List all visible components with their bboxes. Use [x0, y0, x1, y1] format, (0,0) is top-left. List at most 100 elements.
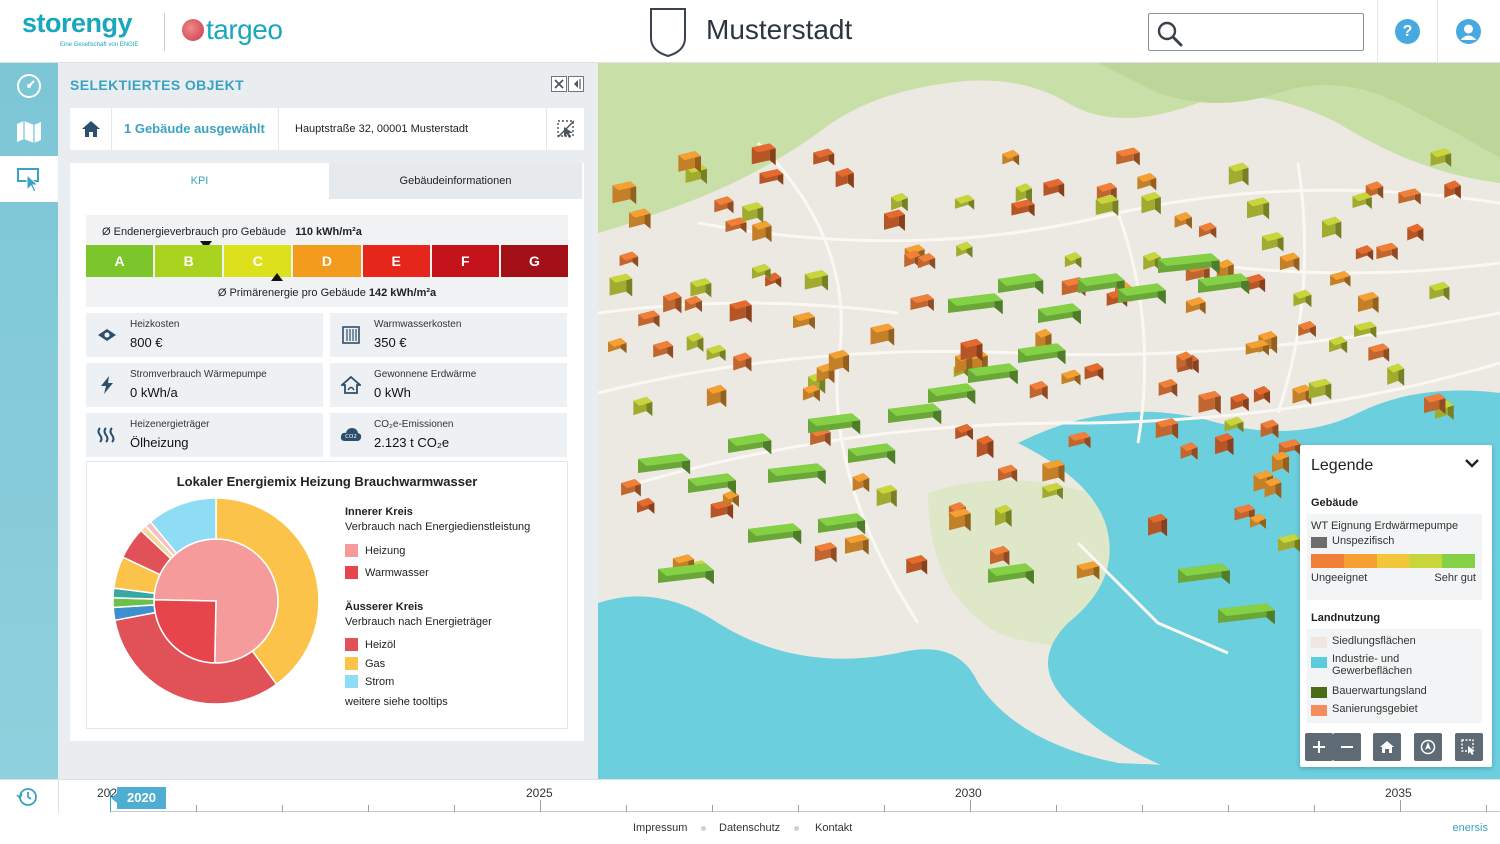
building[interactable] — [891, 193, 908, 212]
building[interactable] — [1141, 192, 1161, 215]
building[interactable] — [663, 292, 682, 314]
building[interactable] — [997, 464, 1018, 482]
building[interactable] — [1357, 291, 1379, 313]
building[interactable] — [1064, 252, 1082, 269]
building[interactable] — [888, 403, 942, 425]
building[interactable] — [1321, 216, 1342, 239]
building[interactable] — [1198, 390, 1221, 414]
enersis-brand-link[interactable]: enersis — [1453, 822, 1488, 834]
building[interactable] — [928, 383, 976, 405]
building[interactable] — [848, 443, 896, 465]
sidebar-item-selected-object[interactable] — [0, 156, 58, 202]
map-home-button[interactable] — [1373, 733, 1401, 761]
building[interactable] — [653, 340, 674, 359]
building[interactable] — [835, 167, 854, 189]
building[interactable] — [1355, 245, 1374, 261]
building[interactable] — [1038, 303, 1081, 325]
close-panel-button[interactable] — [551, 76, 567, 92]
building[interactable] — [706, 344, 726, 362]
building[interactable] — [714, 196, 734, 214]
building[interactable] — [1376, 242, 1398, 261]
storengy-logo[interactable]: storengy Eine Gesellschaft von ENGIE — [22, 8, 138, 48]
building[interactable] — [954, 194, 975, 210]
building[interactable] — [1387, 363, 1405, 386]
collapse-panel-button[interactable] — [568, 76, 584, 92]
building[interactable] — [638, 310, 660, 328]
building[interactable] — [768, 463, 826, 485]
building[interactable] — [1230, 393, 1249, 412]
building[interactable] — [804, 270, 829, 291]
energy-mix-donut-chart[interactable] — [111, 496, 321, 706]
building[interactable] — [684, 295, 703, 313]
building[interactable] — [1174, 212, 1192, 229]
building[interactable] — [752, 220, 772, 243]
building[interactable] — [1043, 178, 1065, 197]
tab-kpi[interactable]: KPI — [70, 163, 329, 199]
building[interactable] — [1298, 321, 1316, 338]
select-area-button[interactable] — [1455, 733, 1483, 761]
building[interactable] — [1061, 369, 1081, 386]
footer-link-datenschutz[interactable]: Datenschutz — [719, 822, 780, 834]
building[interactable] — [852, 473, 870, 493]
building[interactable] — [1158, 379, 1178, 397]
building[interactable] — [956, 241, 973, 258]
footer-link-kontakt[interactable]: Kontakt — [815, 822, 852, 834]
tab-building-info[interactable]: Gebäudeinformationen — [329, 163, 582, 199]
building[interactable] — [729, 300, 752, 323]
compass-button[interactable] — [1414, 733, 1442, 761]
chevron-down-icon[interactable] — [1464, 457, 1480, 469]
building[interactable] — [688, 473, 736, 495]
building[interactable] — [813, 148, 835, 166]
building[interactable] — [751, 263, 771, 280]
building[interactable] — [1185, 297, 1206, 315]
building[interactable] — [1228, 162, 1249, 186]
building[interactable] — [1042, 459, 1065, 483]
footer-link-impressum[interactable]: Impressum — [633, 822, 687, 834]
building[interactable] — [1137, 173, 1157, 191]
building[interactable] — [910, 294, 934, 312]
building[interactable] — [733, 352, 752, 372]
building[interactable] — [906, 555, 928, 575]
building[interactable] — [1253, 385, 1271, 404]
building[interactable] — [1398, 188, 1421, 205]
building[interactable] — [844, 534, 869, 555]
clear-selection-button[interactable] — [546, 108, 584, 150]
map-view[interactable]: Legende Gebäude WT Eignung Erdwärmepumpe… — [598, 63, 1500, 779]
building[interactable] — [1018, 343, 1066, 365]
building[interactable] — [1247, 197, 1270, 220]
building[interactable] — [1368, 343, 1390, 362]
zoom-out-button[interactable] — [1333, 733, 1361, 761]
sidebar-item-map[interactable] — [0, 109, 58, 155]
building[interactable] — [1261, 232, 1284, 252]
building[interactable] — [870, 323, 895, 346]
building[interactable] — [948, 293, 1003, 315]
building[interactable] — [1279, 252, 1300, 272]
help-button[interactable]: ? — [1395, 19, 1420, 44]
building[interactable] — [808, 413, 861, 435]
building[interactable] — [636, 497, 655, 514]
user-account-button[interactable] — [1456, 19, 1481, 44]
building[interactable] — [1029, 380, 1048, 400]
building[interactable] — [883, 209, 905, 231]
building[interactable] — [976, 435, 994, 459]
building[interactable] — [1002, 149, 1020, 166]
building[interactable] — [690, 278, 712, 298]
building[interactable] — [876, 484, 897, 508]
building[interactable] — [609, 273, 633, 297]
building[interactable] — [1292, 384, 1312, 405]
current-year-badge[interactable]: 2020 — [111, 787, 166, 809]
building[interactable] — [1199, 222, 1217, 239]
building[interactable] — [748, 523, 802, 545]
building[interactable] — [658, 563, 714, 585]
building[interactable] — [706, 384, 727, 408]
sidebar-item-dashboard[interactable] — [0, 63, 58, 109]
building[interactable] — [621, 479, 641, 497]
building[interactable] — [619, 251, 639, 268]
building-home-button[interactable] — [70, 108, 112, 150]
building[interactable] — [1095, 195, 1119, 217]
building[interactable] — [1015, 183, 1032, 203]
building[interactable] — [1245, 339, 1269, 356]
building[interactable] — [1407, 223, 1424, 242]
building[interactable] — [1084, 363, 1104, 381]
building[interactable] — [742, 202, 764, 223]
